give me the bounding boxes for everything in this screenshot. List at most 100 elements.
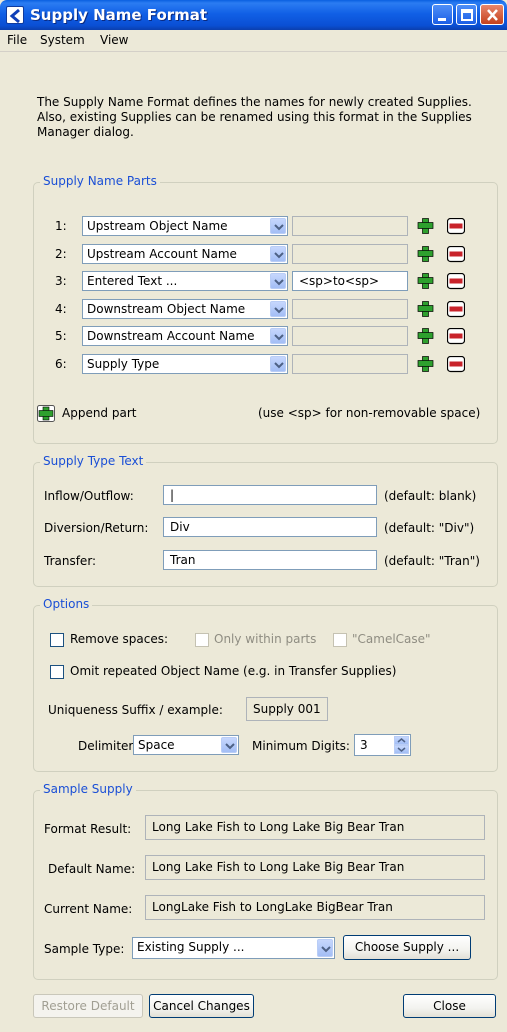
remove-spaces-label: Remove spaces: (70, 632, 169, 646)
minus-icon[interactable] (447, 246, 465, 263)
select-value: Supply Type (87, 357, 160, 371)
chevron-down-icon (317, 939, 333, 957)
menu-file[interactable]: File (7, 33, 27, 47)
select-value: Downstream Account Name (87, 329, 255, 343)
part-type-select[interactable]: Upstream Account Name (82, 244, 288, 264)
uniqueness-label: Uniqueness Suffix / example: (48, 703, 223, 717)
current-name-label: Current Name: (44, 902, 133, 916)
format-result-label: Format Result: (44, 822, 132, 836)
default-name-label: Default Name: (48, 862, 136, 876)
chevron-down-icon (221, 737, 237, 753)
chevron-down-icon (270, 328, 286, 344)
choose-supply-button[interactable]: Choose Supply ... (343, 935, 471, 960)
camelcase-label: "CamelCase" (352, 632, 431, 646)
plus-icon[interactable] (417, 246, 435, 262)
part-number: 2: (55, 247, 67, 261)
delimiter-select[interactable]: Space (133, 735, 239, 755)
plus-icon[interactable] (417, 328, 435, 344)
minus-icon[interactable] (447, 328, 465, 345)
min-digits-label: Minimum Digits: (252, 739, 350, 753)
select-value: Entered Text ... (87, 274, 178, 288)
window-title: Supply Name Format (30, 6, 208, 24)
remove-spaces-checkbox[interactable] (50, 633, 64, 647)
current-name-field: LongLake Fish to LongLake BigBear Tran (145, 895, 485, 920)
part-text-field[interactable]: <sp>to<sp> (292, 271, 408, 291)
part-type-select[interactable]: Entered Text ... (82, 271, 288, 291)
maximize-button[interactable] (456, 4, 477, 25)
part-text-field[interactable] (292, 216, 408, 236)
title-bar[interactable]: Supply Name Format (0, 0, 507, 30)
field-value: Long Lake Fish to Long Lake Big Bear Tra… (152, 820, 405, 834)
field-value: <sp>to<sp> (299, 274, 380, 288)
part-text-field[interactable] (292, 326, 408, 346)
diversion-return-label: Diversion/Return: (44, 521, 149, 535)
format-result-field: Long Lake Fish to Long Lake Big Bear Tra… (145, 815, 485, 840)
close-window-button[interactable] (480, 4, 504, 25)
spin-up-icon[interactable] (394, 736, 409, 745)
app-icon (6, 6, 24, 24)
chevron-down-icon (270, 246, 286, 262)
omit-repeated-label: Omit repeated Object Name (e.g. in Trans… (70, 664, 397, 678)
close-button[interactable]: Close (403, 994, 496, 1018)
group-title: Sample Supply (40, 782, 136, 796)
plus-icon[interactable] (417, 356, 435, 372)
menu-system[interactable]: System (40, 33, 85, 47)
part-number: 4: (55, 302, 67, 316)
field-value: Supply 001 (253, 702, 321, 716)
plus-icon[interactable] (417, 218, 435, 234)
append-part-button[interactable] (37, 405, 55, 422)
cancel-changes-button[interactable]: Cancel Changes (149, 994, 254, 1018)
inflow-outflow-field[interactable]: | (163, 485, 377, 505)
select-value: Downstream Object Name (87, 302, 246, 316)
part-type-select[interactable]: Downstream Object Name (82, 299, 288, 319)
field-value: | (170, 488, 175, 502)
spinner-arrows[interactable] (394, 736, 409, 754)
part-text-field[interactable] (292, 244, 408, 264)
plus-icon[interactable] (417, 273, 435, 289)
inflow-outflow-label: Inflow/Outflow: (44, 489, 134, 503)
intro-line: Manager dialog. (37, 125, 134, 139)
menu-view[interactable]: View (100, 33, 128, 47)
field-value: Long Lake Fish to Long Lake Big Bear Tra… (152, 860, 405, 874)
only-within-parts-label: Only within parts (214, 632, 317, 646)
plus-icon[interactable] (417, 301, 435, 317)
minus-icon[interactable] (447, 273, 465, 290)
part-number: 5: (55, 329, 67, 343)
minimize-button[interactable] (432, 4, 453, 25)
select-value: Space (138, 738, 175, 752)
spin-down-icon[interactable] (394, 745, 409, 754)
restore-default-button[interactable]: Restore Default (33, 994, 143, 1018)
minus-icon[interactable] (447, 356, 465, 373)
sample-type-label: Sample Type: (44, 942, 125, 956)
camelcase-checkbox[interactable] (333, 633, 347, 647)
chevron-down-icon (270, 273, 286, 289)
part-type-select[interactable]: Upstream Object Name (82, 216, 288, 236)
part-number: 3: (55, 274, 67, 288)
only-within-parts-checkbox[interactable] (195, 633, 209, 647)
intro-line: Also, existing Supplies can be renamed u… (37, 110, 472, 124)
uniqueness-example-field: Supply 001 (246, 697, 328, 721)
minus-icon[interactable] (447, 218, 465, 235)
chevron-down-icon (270, 301, 286, 317)
append-hint: (use <sp> for non-removable space) (258, 406, 481, 420)
chevron-down-icon (270, 218, 286, 234)
diversion-default: (default: "Div") (384, 521, 475, 535)
part-type-select[interactable]: Supply Type (82, 354, 288, 374)
part-type-select[interactable]: Downstream Account Name (82, 326, 288, 346)
transfer-label: Transfer: (44, 554, 97, 568)
select-value: Upstream Account Name (87, 247, 237, 261)
spinner-value: 3 (360, 738, 368, 752)
part-text-field[interactable] (292, 299, 408, 319)
minus-icon[interactable] (447, 301, 465, 318)
group-title: Supply Type Text (40, 454, 147, 468)
min-digits-spinner[interactable]: 3 (354, 734, 411, 756)
omit-repeated-checkbox[interactable] (50, 665, 64, 679)
part-text-field[interactable] (292, 354, 408, 374)
diversion-return-field[interactable]: Div (163, 517, 377, 537)
delimiter-label: Delimiter: (78, 739, 138, 753)
sample-type-select[interactable]: Existing Supply ... (132, 937, 335, 959)
default-name-field: Long Lake Fish to Long Lake Big Bear Tra… (145, 855, 485, 880)
inflow-default: (default: blank) (384, 489, 477, 503)
transfer-default: (default: "Tran") (384, 554, 480, 568)
transfer-field[interactable]: Tran (163, 550, 377, 570)
